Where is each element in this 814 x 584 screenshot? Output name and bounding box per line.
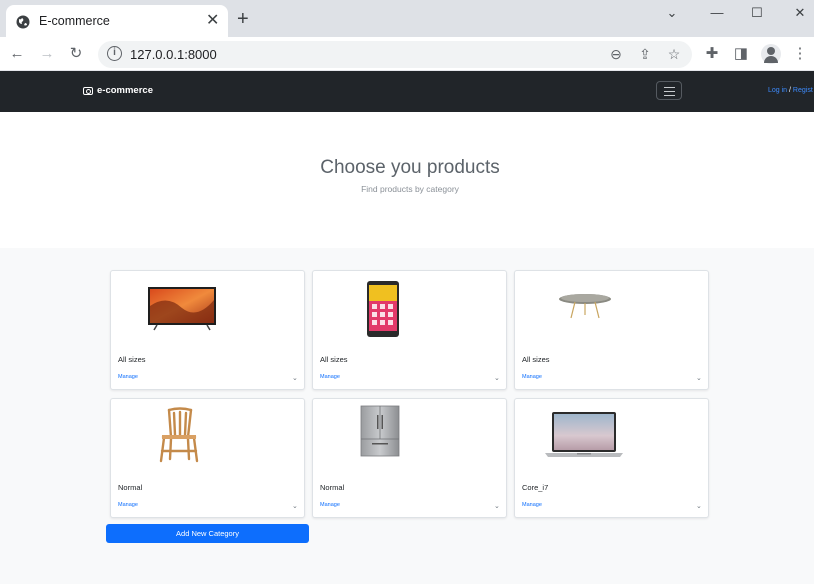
back-icon[interactable]: ←	[7, 44, 27, 64]
category-name: All sizes	[522, 355, 550, 364]
category-card[interactable]: All sizes Manage ⌄	[312, 270, 507, 390]
site-navbar: e-commerce Log in / Regist	[0, 71, 814, 112]
browser-tab-strip: E-commerce ✕ + ⌄ — ☐ ✕	[0, 0, 814, 40]
chair-icon	[159, 407, 199, 463]
browser-toolbar: ← → ↻ i 127.0.0.1:8000 ⊖ ⇪ ☆ ✚ ◨ ⋮	[0, 37, 814, 71]
camera-icon	[83, 86, 93, 95]
category-card[interactable]: All sizes Manage ⌄	[514, 270, 709, 390]
chevron-down-icon[interactable]: ⌄	[696, 374, 702, 382]
globe-icon	[16, 15, 30, 29]
tab-title: E-commerce	[39, 14, 110, 28]
url-text[interactable]: 127.0.0.1:8000	[130, 47, 217, 62]
profile-avatar[interactable]	[761, 44, 781, 64]
chevron-down-icon[interactable]: ⌄	[292, 502, 298, 510]
extensions-icon[interactable]: ✚	[702, 44, 722, 64]
page-subtitle: Find products by category	[361, 184, 459, 194]
add-new-category-button[interactable]: Add New Category	[106, 524, 309, 543]
chevron-down-icon[interactable]: ⌄	[494, 374, 500, 382]
manage-link[interactable]: Manage	[320, 374, 340, 380]
address-bar[interactable]: i 127.0.0.1:8000 ⊖ ⇪ ☆	[98, 41, 692, 68]
category-name: Normal	[118, 483, 143, 492]
chevron-down-icon[interactable]: ⌄	[292, 374, 298, 382]
table-icon	[559, 294, 611, 319]
chevron-down-icon[interactable]: ⌄	[696, 502, 702, 510]
category-card[interactable]: Core_i7 Manage ⌄	[514, 398, 709, 518]
manage-link[interactable]: Manage	[118, 502, 138, 508]
star-icon[interactable]: ☆	[665, 45, 683, 63]
category-name: Core_i7	[522, 483, 549, 492]
browser-tab[interactable]: E-commerce ✕	[6, 5, 228, 40]
side-panel-icon[interactable]: ◨	[731, 44, 751, 64]
site-brand[interactable]: e-commerce	[83, 85, 153, 96]
category-card[interactable]: All sizes Manage ⌄	[110, 270, 305, 390]
auth-links: Log in / Regist	[768, 87, 813, 94]
hero-section: Choose you products Find products by cat…	[0, 112, 814, 248]
page-title: Choose you products	[320, 157, 500, 178]
manage-link[interactable]: Manage	[118, 374, 138, 380]
manage-link[interactable]: Manage	[320, 502, 340, 508]
laptop-icon	[545, 412, 623, 457]
category-card[interactable]: Normal Manage ⌄	[312, 398, 507, 518]
minimize-icon[interactable]: —	[707, 4, 727, 22]
fridge-icon	[360, 405, 400, 457]
login-link[interactable]: Log in	[768, 87, 787, 94]
manage-link[interactable]: Manage	[522, 374, 542, 380]
share-icon[interactable]: ⇪	[636, 45, 654, 63]
category-name: All sizes	[118, 355, 146, 364]
chevron-down-icon[interactable]: ⌄	[494, 502, 500, 510]
tab-close-icon[interactable]: ✕	[206, 13, 219, 29]
maximize-icon[interactable]: ☐	[747, 4, 767, 22]
register-link[interactable]: Regist	[793, 87, 813, 94]
category-name: Normal	[320, 483, 345, 492]
chevron-down-icon[interactable]: ⌄	[662, 4, 682, 22]
menu-kebab-icon[interactable]: ⋮	[790, 44, 810, 64]
reload-icon[interactable]: ↻	[66, 44, 86, 64]
zoom-icon[interactable]: ⊖	[607, 45, 625, 63]
new-tab-button[interactable]: +	[237, 9, 249, 29]
category-name: All sizes	[320, 355, 348, 364]
site-info-icon[interactable]: i	[107, 46, 122, 61]
hamburger-menu-button[interactable]	[656, 81, 682, 100]
manage-link[interactable]: Manage	[522, 502, 542, 508]
tv-icon	[148, 287, 216, 331]
brand-text: e-commerce	[97, 85, 153, 96]
phone-icon	[367, 281, 399, 337]
forward-icon[interactable]: →	[37, 44, 57, 64]
category-card[interactable]: Normal Manage ⌄	[110, 398, 305, 518]
close-window-icon[interactable]: ✕	[790, 4, 810, 22]
